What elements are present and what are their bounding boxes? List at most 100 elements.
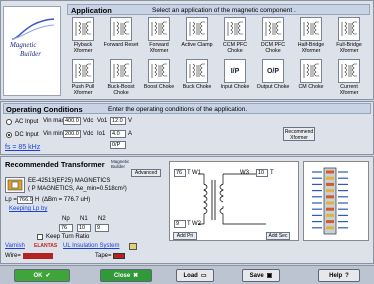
topology-label: Push Pull Xformer xyxy=(71,84,95,96)
buck-choke-icon xyxy=(186,59,208,83)
help-button[interactable]: Help? xyxy=(318,269,360,282)
topology-dcm-pfc[interactable]: DCM PFC Choke xyxy=(255,17,291,54)
topology-forward-reset[interactable]: Forward Reset xyxy=(103,17,139,48)
io1-input[interactable]: 4.0 xyxy=(110,130,126,138)
topology-label: Active Clamp xyxy=(181,42,213,48)
pin-pad xyxy=(326,226,334,230)
pin-pad xyxy=(326,207,334,211)
topology-label: Forward Xformer xyxy=(149,42,169,54)
turns-input[interactable]: 10 xyxy=(77,224,91,232)
application-description: Select an application of the magnetic co… xyxy=(152,6,296,14)
varnish-link[interactable]: Varnish xyxy=(5,243,25,249)
core-line-2: ( P MAGNETICS, Ae_min=0.518cm²) xyxy=(28,186,127,192)
bobbin-pins-icon xyxy=(312,167,348,235)
core-icon xyxy=(5,177,25,193)
topology-half-bridge[interactable]: Half-Bridge Xformer xyxy=(293,17,329,54)
turns-input[interactable]: 76 xyxy=(59,224,73,232)
load-label: Load xyxy=(183,272,198,279)
bm-text: (ΔBm = 776.7 uH) xyxy=(42,197,91,203)
topology-label: Forward Reset xyxy=(103,42,139,48)
vo1-unit: V xyxy=(128,118,133,124)
folder-icon: ▭ xyxy=(200,273,207,279)
topology-output-choke[interactable]: O/P Output Choke xyxy=(255,59,291,90)
output-select[interactable]: 0/P xyxy=(110,141,126,149)
close-button[interactable]: Close ✖ xyxy=(100,269,152,282)
topology-label: Buck-Boost Choke xyxy=(107,84,135,96)
help-label: Help xyxy=(329,272,343,279)
recommend-xformer-button[interactable]: Recommend Xformer xyxy=(283,127,315,141)
buck-boost-icon xyxy=(110,59,132,83)
full-bridge-icon xyxy=(338,17,360,41)
w1-label: W1 xyxy=(192,170,201,176)
lp-input[interactable]: 766.9 xyxy=(17,196,33,204)
topology-input-choke[interactable]: I/P Input Choke xyxy=(217,59,253,90)
forward-reset-icon xyxy=(110,17,132,41)
fs-link[interactable]: fs = 85 kHz xyxy=(5,144,40,151)
turns-header: Np xyxy=(62,216,70,222)
pin-pad xyxy=(326,213,334,217)
check-icon: ✔ xyxy=(45,273,51,279)
current-xformer-icon xyxy=(338,59,360,83)
ul-badge-icon xyxy=(129,243,137,250)
vo1-input[interactable]: 12.0 xyxy=(110,117,126,125)
tape-label: Tape= xyxy=(95,253,112,259)
vin-max-input[interactable]: 400.0 xyxy=(63,117,81,125)
bottom-turns-input[interactable]: 9 xyxy=(174,220,186,228)
topology-label: CM Choke xyxy=(298,84,324,90)
dc-input-label: DC Input xyxy=(15,132,39,138)
ok-button[interactable]: OK ✔ xyxy=(14,269,70,282)
wire-swatch[interactable] xyxy=(23,253,53,259)
pin-pad xyxy=(326,182,334,186)
close-label: Close xyxy=(113,272,131,279)
w2-label: W2 xyxy=(192,221,201,227)
ccm-pfc-icon xyxy=(224,17,246,41)
elantas-logo: ELANTAS xyxy=(34,243,58,249)
topology-current-xformer[interactable]: Current Xformer xyxy=(331,59,367,96)
vin-min-input[interactable]: 200.0 xyxy=(63,130,81,138)
disk-icon: ▣ xyxy=(266,273,273,279)
ac-input-radio[interactable] xyxy=(6,119,12,125)
io1-label: Io1 xyxy=(97,131,106,137)
topology-active-clamp[interactable]: Active Clamp xyxy=(179,17,215,48)
topology-cm-choke[interactable]: CM Choke xyxy=(293,59,329,90)
input-choke-icon: I/P xyxy=(224,59,246,83)
transformer-brand: Magnetic Builder xyxy=(111,159,130,169)
keep-turn-ratio-checkbox[interactable] xyxy=(37,234,43,240)
primary-turns-input[interactable]: 76 xyxy=(174,169,186,177)
w3-type-label: T xyxy=(270,170,274,176)
lp-label: Lp = xyxy=(5,197,17,203)
vin-max-unit: Vdc xyxy=(83,118,94,124)
topology-push-pull[interactable]: Push Pull Xformer xyxy=(65,59,101,96)
topology-full-bridge[interactable]: Full-Bridge Xformer xyxy=(331,17,367,54)
topology-forward-xformer[interactable]: Forward Xformer xyxy=(141,17,177,54)
save-button[interactable]: Save ▣ xyxy=(242,269,280,282)
application-panel: Magnetic Builder Application Select an a… xyxy=(0,0,374,100)
topology-boost-choke[interactable]: Boost Choke xyxy=(141,59,177,90)
ul-insulation-link[interactable]: UL Insulation System xyxy=(63,243,119,249)
pin-pad xyxy=(326,201,334,205)
add-pri-button[interactable]: Add Pri xyxy=(173,232,197,240)
tape-swatch[interactable] xyxy=(113,253,125,259)
load-button[interactable]: Load ▭ xyxy=(176,269,214,282)
application-title: Application xyxy=(71,6,112,15)
ok-label: OK xyxy=(33,272,43,279)
operating-description: Enter the operating conditions of the ap… xyxy=(108,105,248,113)
half-bridge-icon xyxy=(300,17,322,41)
bottom-toolbar: OK ✔ Close ✖ Load ▭ Save ▣ Help? xyxy=(0,265,374,284)
close-icon: ✖ xyxy=(133,273,139,279)
advanced-button[interactable]: Advanced xyxy=(131,169,161,177)
push-pull-icon xyxy=(72,59,94,83)
topology-label: Full-Bridge Xformer xyxy=(336,42,362,54)
topology-buck-boost[interactable]: Buck-Boost Choke xyxy=(103,59,139,96)
vin-min-unit: Vdc xyxy=(83,131,94,137)
add-sec-button[interactable]: Add Sec xyxy=(266,232,290,240)
topology-flyback[interactable]: Flyback Xformer xyxy=(65,17,101,54)
w3-turns-input[interactable]: 10 xyxy=(256,169,268,177)
turns-input[interactable]: 9 xyxy=(95,224,109,232)
dc-input-radio[interactable] xyxy=(6,132,12,138)
operating-title: Operating Conditions xyxy=(6,105,83,114)
topology-label: CCM PFC Choke xyxy=(222,42,248,54)
keeping-lp-link[interactable]: Keeping Lp by xyxy=(9,206,47,212)
topology-buck-choke[interactable]: Buck Choke xyxy=(179,59,215,90)
topology-ccm-pfc[interactable]: CCM PFC Choke xyxy=(217,17,253,54)
